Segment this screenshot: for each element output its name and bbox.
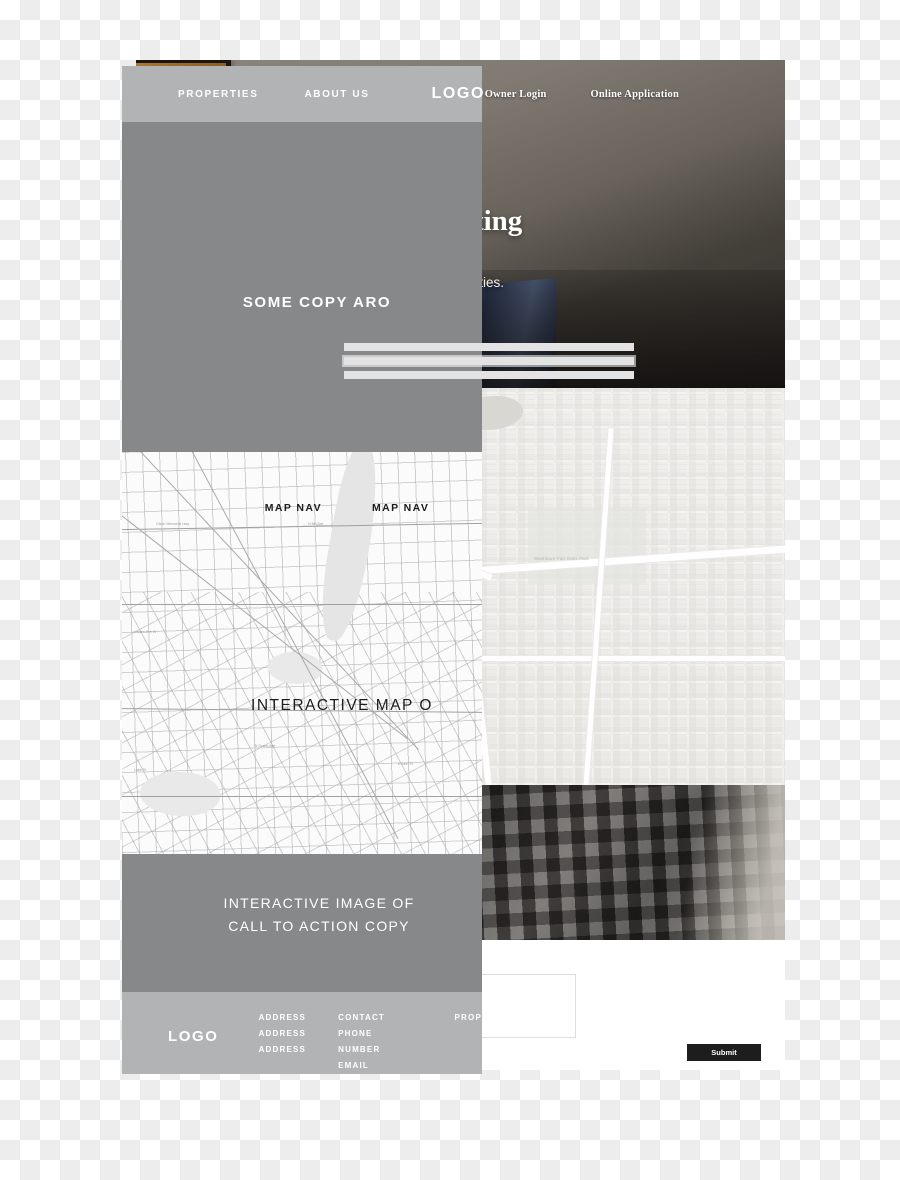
footer-item: ADDRESS <box>258 1013 307 1022</box>
wireframe-header: PROPERTIES ABOUT US LOGO <box>122 66 485 122</box>
wire-cta-line-2: CALL TO ACTION COPY <box>228 918 410 935</box>
footer-item[interactable]: CONTACT <box>338 1010 414 1026</box>
wire-footer-logo[interactable]: LOGO <box>168 1028 219 1045</box>
wire-bar <box>344 371 634 379</box>
wire-bar <box>344 343 634 351</box>
wireframe-nav: PROPERTIES ABOUT US LOGO <box>122 85 485 103</box>
map-road <box>122 796 482 798</box>
wireframe-mockup-overlay: PROPERTIES ABOUT US LOGO SOME COPY ARO O… <box>122 66 634 1074</box>
wireframe-cta-section: INTERACTIVE IMAGE OF CALL TO ACTION COPY <box>122 854 482 992</box>
footer-item[interactable]: EMAIL <box>338 1058 414 1074</box>
submit-button[interactable]: Submit <box>687 1044 761 1061</box>
wireframe-hero: SOME COPY ARO <box>122 122 634 452</box>
wire-logo[interactable]: LOGO <box>432 85 486 103</box>
wire-bar <box>344 357 634 365</box>
nav-online-application[interactable]: Online Application <box>591 89 680 100</box>
wire-footer-column-contact: CONTACT PHONE NUMBER EMAIL <box>338 1010 414 1075</box>
map-park-area <box>528 508 646 584</box>
footer-item: ADDRESS <box>258 1029 307 1039</box>
wireframe-map-section: Olson Memorial Hwy N 6th Ave Linden Ave … <box>122 452 482 854</box>
wire-map-title: INTERACTIVE MAP O <box>251 697 433 714</box>
footer-item[interactable]: PROP <box>455 1010 482 1026</box>
footer-item: ADDRESS <box>258 1045 307 1055</box>
footer-item[interactable]: PHONE NUMBER <box>338 1026 414 1058</box>
wire-nav-properties[interactable]: PROPERTIES <box>178 89 258 100</box>
wireframe-footer: LOGO ADDRESS ADDRESS ADDRESS CONTACT PHO… <box>122 992 482 1074</box>
wire-cta-copy: INTERACTIVE IMAGE OF CALL TO ACTION COPY <box>122 892 482 938</box>
wire-footer-column-address: ADDRESS ADDRESS ADDRESS <box>259 1010 307 1058</box>
wireframe-map-nav: MAP NAV MAP NAV <box>122 502 482 514</box>
wire-footer-column-properties: PROP <box>455 1010 482 1026</box>
wire-hero-headline: SOME COPY ARO <box>242 294 392 311</box>
wire-cta-line-1: INTERACTIVE IMAGE OF <box>223 895 415 911</box>
map-nav-2[interactable]: MAP NAV <box>372 502 429 514</box>
map-nav-1[interactable]: MAP NAV <box>265 502 322 514</box>
wire-hero-placeholder-bars <box>344 343 634 385</box>
wire-nav-about-us[interactable]: ABOUT US <box>304 89 369 100</box>
map-road <box>122 604 482 606</box>
map-label: Washburn Fair Oaks Park <box>534 556 589 561</box>
